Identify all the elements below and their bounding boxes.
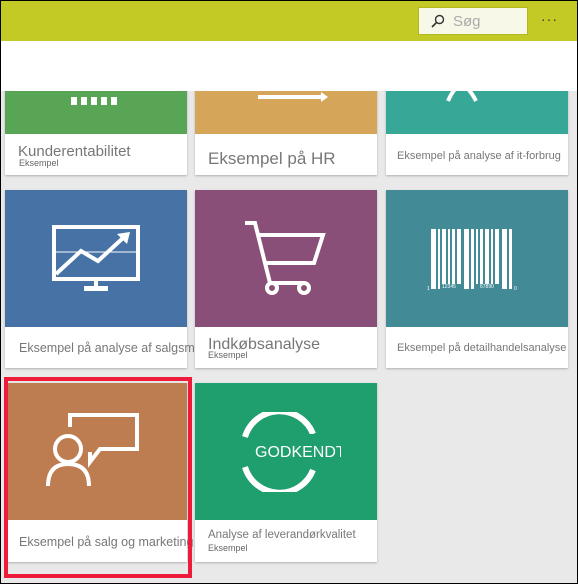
top-bar: Søg ··· (1, 1, 577, 41)
barcode-digits-1: 12345 (442, 284, 456, 290)
tile-image: 1 12345 67890 0 (386, 190, 568, 327)
search-icon (431, 14, 445, 28)
more-options-button[interactable]: ··· (541, 11, 558, 27)
tile-image: GODKENDT (195, 383, 377, 520)
stamp-text: GODKENDT (255, 444, 341, 461)
barcode-digit-right: 0 (514, 286, 517, 292)
approved-stamp-icon: GODKENDT (242, 411, 341, 492)
header-spacer (1, 41, 577, 91)
search-placeholder: Søg (453, 12, 481, 30)
card-subtitle: Eksempel (19, 158, 59, 168)
search-box[interactable]: Søg (418, 7, 528, 35)
barcode-icon: 1 12345 67890 0 (427, 228, 517, 292)
app-window: Søg ··· Kunderentabilitet Eksempel Eksem… (1, 1, 577, 583)
card-title: Eksempel på detailhandelsanalyse (397, 342, 567, 354)
person-speech-icon (46, 412, 139, 486)
card-subtitle: Eksempel (208, 543, 248, 553)
card-detailhandel[interactable]: 1 12345 67890 0 Eksempel på detailhandel… (386, 190, 568, 368)
tile-image (195, 190, 377, 327)
card-indkobsanalyse[interactable]: Indkøbsanalyse Eksempel (195, 190, 377, 368)
card-subtitle: Eksempel (208, 350, 248, 360)
card-salg-og-marketing[interactable]: Eksempel på salg og marketing (5, 383, 193, 562)
tile-image (5, 383, 187, 520)
card-title: Eksempel på salg og marketing (19, 535, 194, 549)
shopping-cart-icon (245, 220, 326, 295)
card-salgsmuligheder[interactable]: Eksempel på analyse af salgsmuligheder (5, 190, 246, 368)
card-title: Analyse af leverandørkvalitet (208, 529, 356, 541)
barcode-digits-2: 67890 (480, 284, 494, 290)
card-leverandorkvalitet[interactable]: GODKENDT Analyse af leverandørkvalitet E… (195, 383, 377, 562)
tile-image (5, 190, 187, 327)
trend-monitor-icon (52, 224, 140, 291)
card-title: Eksempel på analyse af it-forbrug (397, 150, 561, 162)
card-title: Eksempel på HR (208, 149, 336, 168)
barcode-digit-left: 1 (427, 286, 430, 292)
